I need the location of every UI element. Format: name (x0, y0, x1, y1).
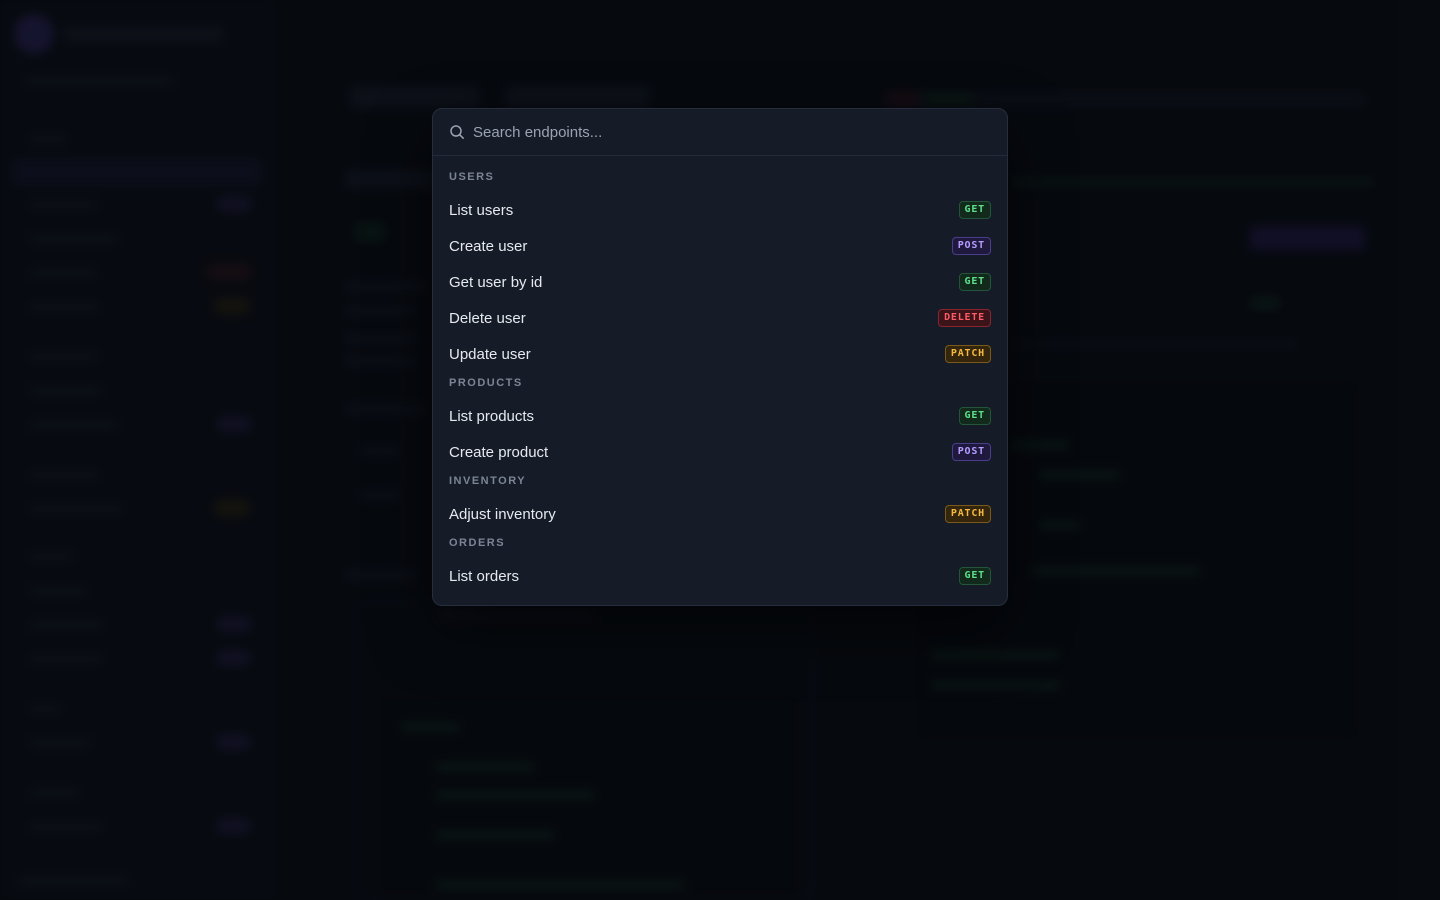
method-badge: GET (958, 567, 991, 585)
search-input[interactable] (473, 123, 991, 141)
endpoint-label: Adjust inventory (449, 505, 556, 523)
endpoint-label: List users (449, 201, 514, 219)
endpoint-label: Create product (449, 443, 549, 461)
search-icon (449, 123, 467, 141)
endpoint-create-product[interactable]: Create product POST (449, 434, 991, 470)
method-badge: DELETE (938, 309, 991, 327)
endpoint-label: List products (449, 407, 535, 425)
endpoint-label: Get user by id (449, 273, 543, 291)
endpoint-adjust-inventory[interactable]: Adjust inventory PATCH (449, 496, 991, 532)
method-badge: PATCH (944, 345, 991, 363)
endpoint-create-user[interactable]: Create user POST (449, 228, 991, 264)
command-palette: USERS List users GET Create user POST Ge… (432, 108, 1008, 606)
endpoint-list-orders[interactable]: List orders GET (449, 558, 991, 594)
endpoint-label: Create user (449, 237, 528, 255)
method-badge: POST (951, 237, 991, 255)
method-badge: PATCH (944, 505, 991, 523)
endpoint-list-users[interactable]: List users GET (449, 192, 991, 228)
group-label-inventory: INVENTORY (449, 475, 527, 487)
search-bar (433, 109, 1007, 156)
group-label-products: PRODUCTS (449, 377, 523, 389)
endpoint-update-user[interactable]: Update user PATCH (449, 336, 991, 372)
endpoint-label: Delete user (449, 309, 526, 327)
method-badge: GET (958, 407, 991, 425)
method-badge: GET (958, 273, 991, 291)
endpoint-list-products[interactable]: List products GET (449, 398, 991, 434)
method-badge: POST (951, 443, 991, 461)
results-list: USERS List users GET Create user POST Ge… (433, 156, 1007, 594)
endpoint-label: Update user (449, 345, 531, 363)
endpoint-label: List orders (449, 567, 520, 585)
method-badge: GET (958, 201, 991, 219)
group-label-orders: ORDERS (449, 537, 506, 549)
endpoint-get-user-by-id[interactable]: Get user by id GET (449, 264, 991, 300)
group-label-users: USERS (449, 171, 495, 183)
endpoint-delete-user[interactable]: Delete user DELETE (449, 300, 991, 336)
